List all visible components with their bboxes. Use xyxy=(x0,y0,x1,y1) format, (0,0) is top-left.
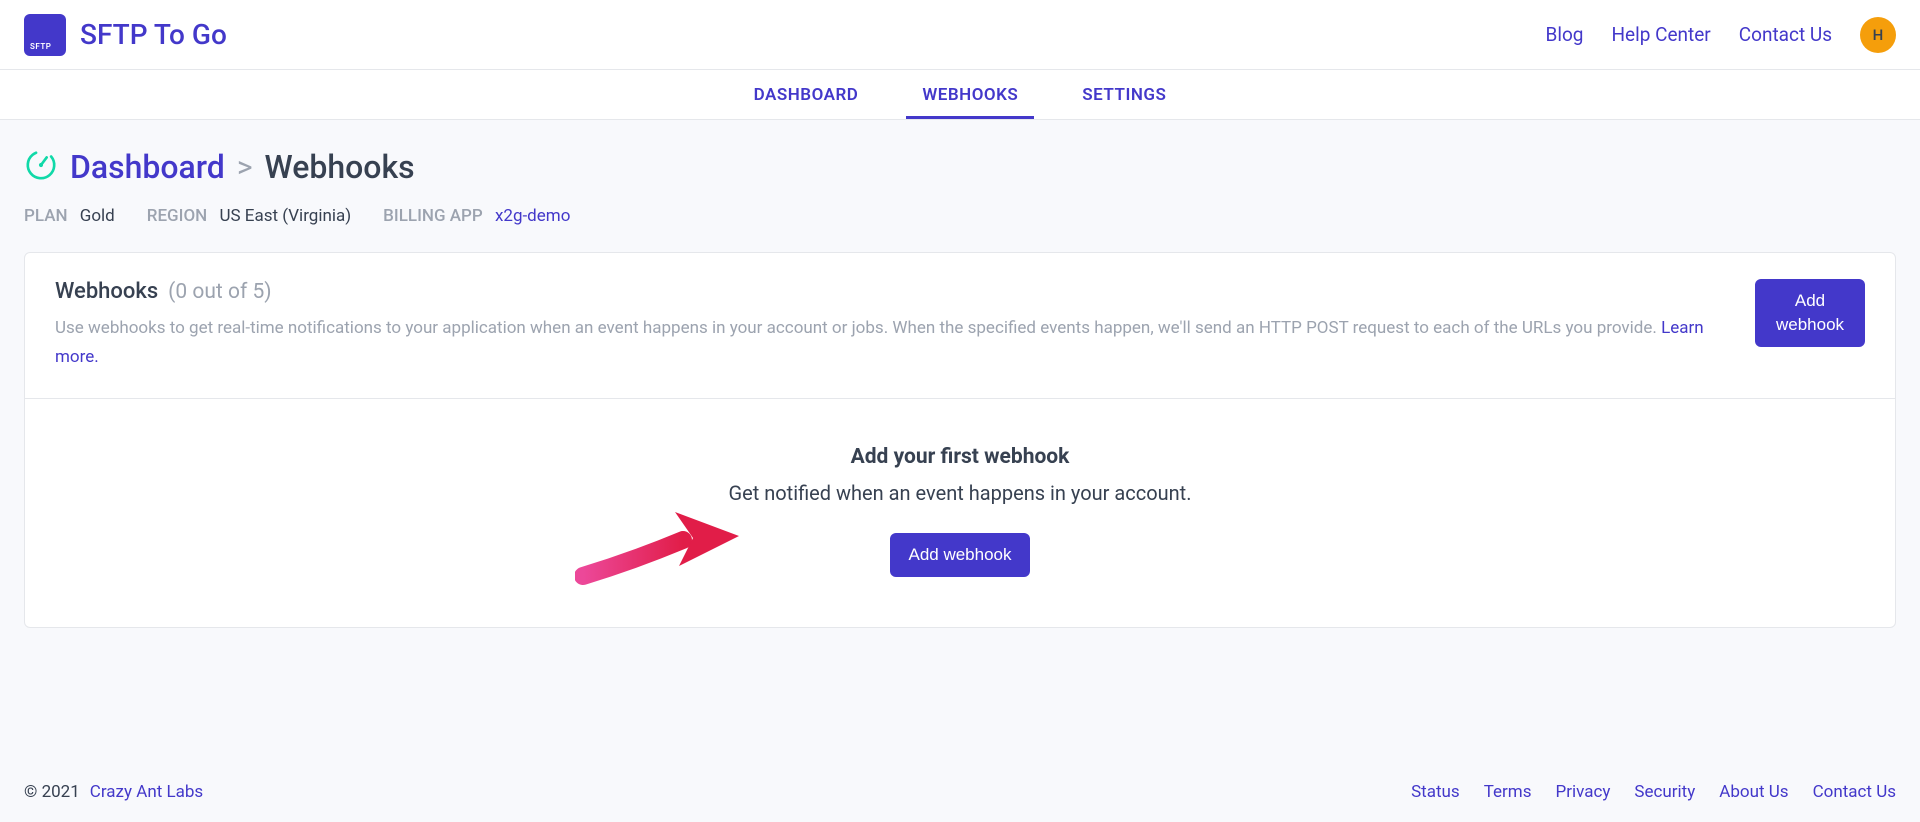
card-header-left: Webhooks (0 out of 5) Use webhooks to ge… xyxy=(55,279,1755,372)
footer: © 2021 Crazy Ant Labs Status Terms Priva… xyxy=(0,762,1920,822)
header-nav: Blog Help Center Contact Us H xyxy=(1545,17,1896,53)
meta-region: REGION US East (Virginia) xyxy=(147,206,351,226)
meta-billing: BILLING APP x2g-demo xyxy=(383,206,570,226)
nav-link-contact-us[interactable]: Contact Us xyxy=(1739,23,1832,46)
card-count: (0 out of 5) xyxy=(168,280,271,304)
empty-state-title: Add your first webhook xyxy=(55,445,1865,469)
annotation-arrow-icon xyxy=(575,504,745,594)
nav-link-blog[interactable]: Blog xyxy=(1545,23,1583,46)
brand[interactable]: SFTP To Go xyxy=(24,14,227,56)
breadcrumb-current: Webhooks xyxy=(265,148,415,186)
webhooks-card: Webhooks (0 out of 5) Use webhooks to ge… xyxy=(24,252,1896,628)
footer-link-about-us[interactable]: About Us xyxy=(1719,782,1788,802)
footer-link-privacy[interactable]: Privacy xyxy=(1555,782,1610,802)
add-webhook-button-main[interactable]: Add webhook xyxy=(890,533,1029,577)
footer-link-status[interactable]: Status xyxy=(1411,782,1460,802)
card-description: Use webhooks to get real-time notificati… xyxy=(55,314,1735,372)
meta-plan-label: PLAN xyxy=(24,206,68,226)
app-header: SFTP To Go Blog Help Center Contact Us H xyxy=(0,0,1920,70)
card-body: Add your first webhook Get notified when… xyxy=(25,399,1895,627)
tab-dashboard[interactable]: DASHBOARD xyxy=(754,72,859,118)
footer-link-terms[interactable]: Terms xyxy=(1484,782,1532,802)
breadcrumb-separator: > xyxy=(237,150,253,185)
meta-billing-label: BILLING APP xyxy=(383,206,483,226)
meta-plan-value: Gold xyxy=(80,206,115,226)
avatar[interactable]: H xyxy=(1860,17,1896,53)
footer-link-security[interactable]: Security xyxy=(1634,782,1695,802)
card-header: Webhooks (0 out of 5) Use webhooks to ge… xyxy=(25,253,1895,399)
brand-logo-icon xyxy=(24,14,66,56)
card-title: Webhooks xyxy=(55,279,158,304)
nav-link-help-center[interactable]: Help Center xyxy=(1611,23,1710,46)
add-webhook-button-header[interactable]: Add webhook xyxy=(1755,279,1865,347)
empty-state-subtitle: Get notified when an event happens in yo… xyxy=(55,481,1865,505)
footer-company-link[interactable]: Crazy Ant Labs xyxy=(90,782,203,802)
meta-plan: PLAN Gold xyxy=(24,206,115,226)
tab-webhooks[interactable]: WEBHOOKS xyxy=(922,72,1018,118)
footer-copyright: © 2021 xyxy=(24,782,80,802)
meta-row: PLAN Gold REGION US East (Virginia) BILL… xyxy=(24,206,1896,226)
breadcrumb-dashboard[interactable]: Dashboard xyxy=(70,148,225,186)
tabs-bar: DASHBOARD WEBHOOKS SETTINGS xyxy=(0,70,1920,120)
breadcrumb: Dashboard > Webhooks xyxy=(24,148,1896,186)
meta-billing-value[interactable]: x2g-demo xyxy=(495,206,570,226)
gauge-icon xyxy=(24,148,58,186)
meta-region-label: REGION xyxy=(147,206,207,226)
footer-link-contact-us[interactable]: Contact Us xyxy=(1813,782,1896,802)
tab-settings[interactable]: SETTINGS xyxy=(1082,72,1166,118)
meta-region-value: US East (Virginia) xyxy=(219,206,351,226)
card-desc-text: Use webhooks to get real-time notificati… xyxy=(55,318,1661,338)
page-content: Dashboard > Webhooks PLAN Gold REGION US… xyxy=(0,120,1920,668)
brand-name: SFTP To Go xyxy=(80,18,227,51)
